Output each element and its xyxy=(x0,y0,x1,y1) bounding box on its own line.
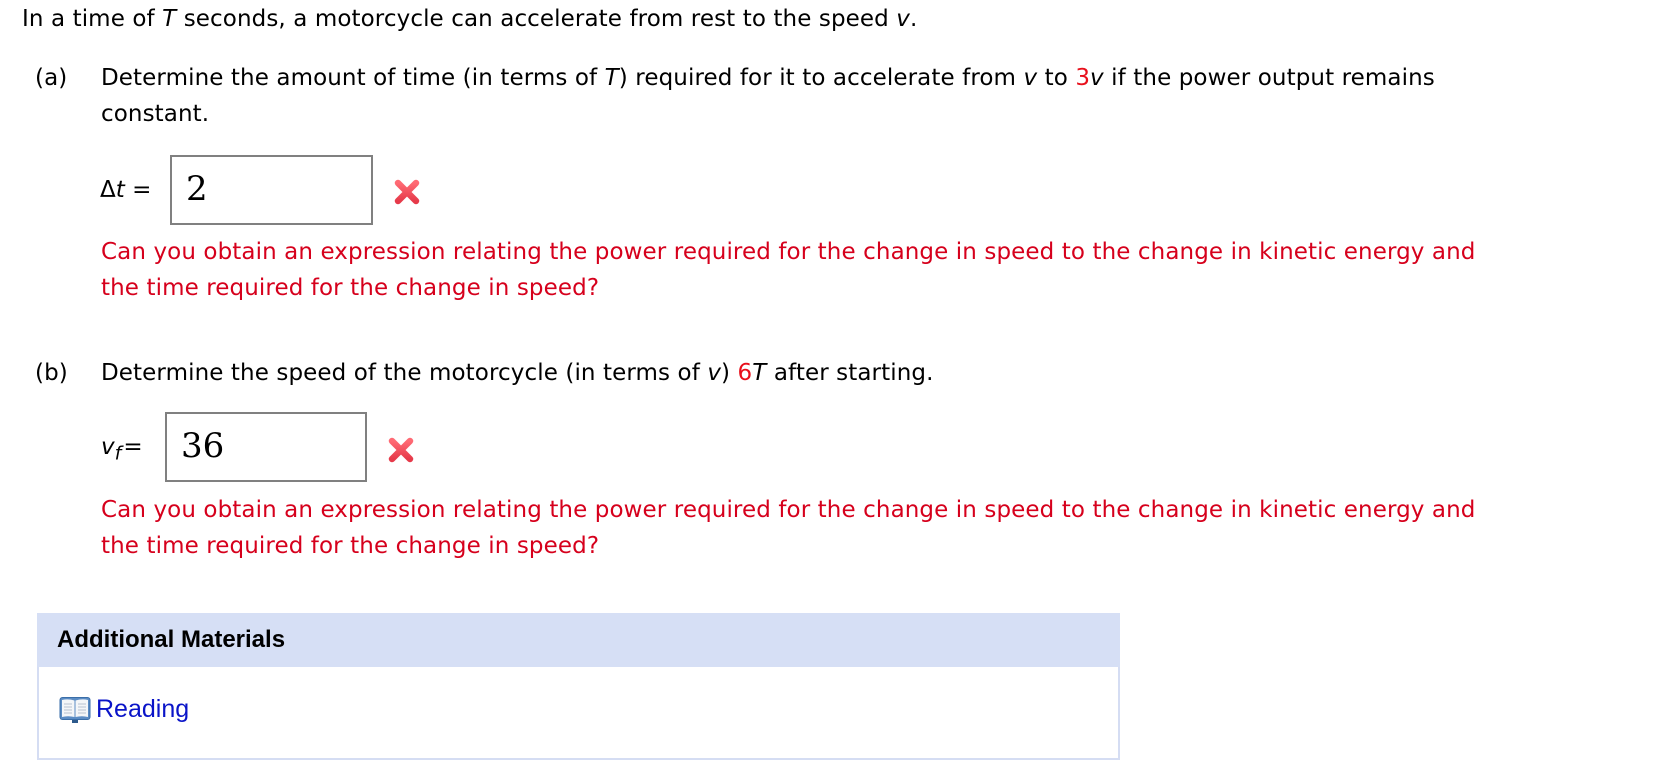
answer-value: 36 xyxy=(181,426,225,466)
part-a-hint-line1: Can you obtain an expression relating th… xyxy=(101,239,1476,265)
question-text: ) required for it to accelerate from xyxy=(618,65,1024,91)
delta-symbol: Δ xyxy=(100,177,116,203)
var-v: v xyxy=(1023,65,1038,91)
additional-materials-title: Additional Materials xyxy=(57,626,286,653)
equals-sign: = xyxy=(123,434,143,460)
intro-text: . xyxy=(909,6,918,32)
problem-intro: In a time of T seconds, a motorcycle can… xyxy=(22,1,917,37)
answer-label-delta-t: Δt = xyxy=(100,172,151,208)
question-text: to xyxy=(1037,65,1076,91)
additional-materials-panel: Additional Materials Reading xyxy=(37,613,1120,760)
part-a-question: Determine the amount of time (in terms o… xyxy=(101,60,1435,96)
part-a-hint-line2: the time required for the change in spee… xyxy=(101,275,600,301)
intro-text: In a time of xyxy=(22,6,163,32)
question-text: Determine the amount of time (in terms o… xyxy=(101,65,605,91)
incorrect-x-icon xyxy=(388,437,414,463)
reading-link[interactable]: Reading xyxy=(59,695,189,724)
var-t: t xyxy=(115,177,125,203)
additional-materials-header: Additional Materials xyxy=(37,613,1120,667)
question-text: Determine the speed of the motorcycle (i… xyxy=(101,360,708,386)
var-v: v xyxy=(101,434,115,460)
book-icon xyxy=(59,697,91,723)
subscript-f: f xyxy=(114,442,122,465)
reading-link-label: Reading xyxy=(96,695,190,723)
question-text: if the power output remains xyxy=(1103,65,1435,91)
var-T: T xyxy=(162,6,177,32)
question-text: ) xyxy=(721,360,738,386)
part-b-label: (b) xyxy=(35,360,68,386)
var-T: T xyxy=(752,360,767,386)
question-text: after starting. xyxy=(766,360,934,386)
answer-value: 2 xyxy=(186,169,208,209)
part-b-question: Determine the speed of the motorcycle (i… xyxy=(101,355,934,391)
var-T: T xyxy=(604,65,619,91)
part-b-hint-line2: the time required for the change in spee… xyxy=(101,533,600,559)
var-v: v xyxy=(1090,65,1104,91)
answer-label-vf: vf= xyxy=(101,429,143,472)
answer-input-delta-t[interactable]: 2 xyxy=(170,155,373,225)
part-a-question-line2: constant. xyxy=(101,101,210,127)
equals-sign: = xyxy=(124,177,152,203)
var-v: v xyxy=(707,360,722,386)
part-b-hint-line1: Can you obtain an expression relating th… xyxy=(101,497,1476,523)
highlighted-coefficient: 6 xyxy=(737,360,753,386)
highlighted-coefficient: 3 xyxy=(1075,65,1091,91)
incorrect-x-icon xyxy=(394,179,420,205)
var-v: v xyxy=(896,6,910,32)
answer-input-vf[interactable]: 36 xyxy=(165,412,367,482)
part-a-label: (a) xyxy=(35,65,68,91)
intro-text: seconds, a motorcycle can accelerate fro… xyxy=(176,6,897,32)
